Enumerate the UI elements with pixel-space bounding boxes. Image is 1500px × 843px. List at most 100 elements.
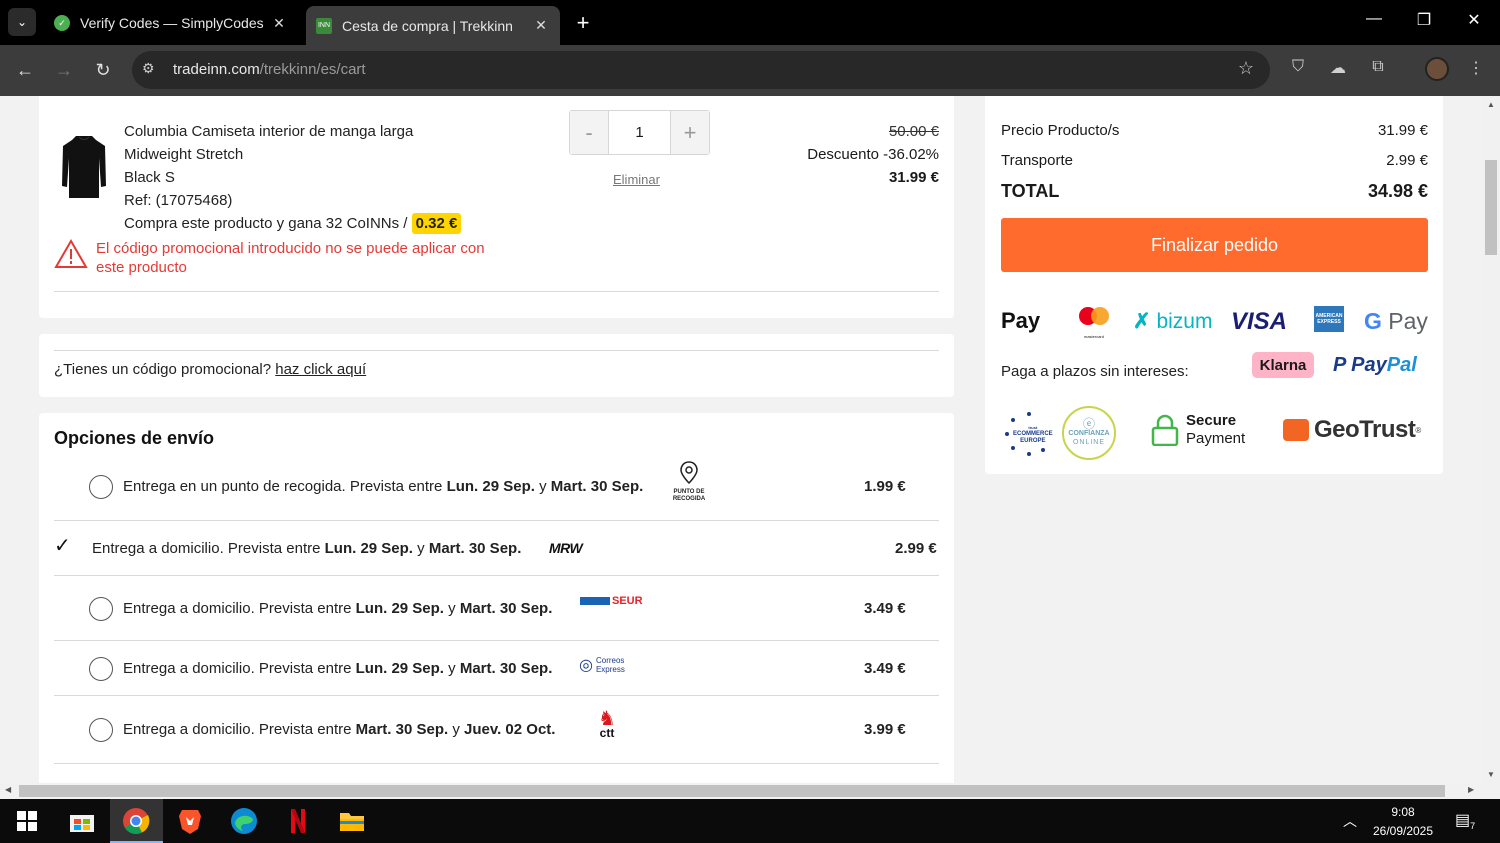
bookmark-star-icon[interactable]: ☆ bbox=[1238, 58, 1254, 79]
shipping-desc: Entrega a domicilio. Prevista entre Mart… bbox=[123, 721, 556, 738]
cart-item-card: Columbia Camiseta interior de manga larg… bbox=[39, 96, 954, 318]
shipping-title: Opciones de envío bbox=[54, 428, 215, 448]
radio-button[interactable] bbox=[89, 657, 113, 681]
tab-search-icon[interactable]: ⌄ bbox=[8, 8, 36, 36]
close-tab-icon[interactable]: ✕ bbox=[532, 17, 550, 34]
file-explorer-icon[interactable] bbox=[337, 806, 367, 836]
promo-question: ¿Tienes un código promocional? haz click… bbox=[54, 361, 366, 378]
shipping-desc: Entrega a domicilio. Prevista entre Lun.… bbox=[92, 540, 522, 557]
promo-error: El código promocional introducido no se … bbox=[54, 239, 496, 277]
geotrust-icon bbox=[1283, 419, 1309, 441]
clock-date: 26/09/2025 bbox=[1372, 824, 1434, 838]
shield-extension-icon[interactable]: ⛉ bbox=[1286, 58, 1310, 76]
site-info-icon[interactable]: ⚙ bbox=[142, 60, 155, 77]
shipping-desc: Entrega a domicilio. Prevista entre Lun.… bbox=[123, 660, 553, 677]
promo-code-card: ¿Tienes un código promocional? haz click… bbox=[39, 334, 954, 397]
clock-time: 9:08 bbox=[1391, 805, 1415, 819]
radio-button[interactable] bbox=[89, 475, 113, 499]
cart-page: Columbia Camiseta interior de manga larg… bbox=[0, 96, 1482, 783]
apple-pay-logo: Pay bbox=[1001, 308, 1041, 333]
tab-simplycodes[interactable]: ✓ Verify Codes — SimplyCodes ✕ bbox=[44, 6, 298, 40]
tab-trekkinn[interactable]: INN Cesta de compra | Trekkinn ✕ bbox=[306, 6, 560, 45]
shipping-option[interactable]: Entrega a domicilio. Prevista entre Lun.… bbox=[54, 656, 939, 697]
promo-error-text: El código promocional introducido no se … bbox=[96, 240, 485, 276]
browser-menu-icon[interactable]: ⋮ bbox=[1464, 58, 1488, 78]
close-window-icon[interactable]: ✕ bbox=[1459, 10, 1489, 30]
scroll-left-arrow-icon[interactable]: ◀ bbox=[5, 785, 11, 794]
geotrust-seal: GeoTrust ® bbox=[1283, 416, 1421, 444]
new-tab-icon[interactable]: + bbox=[570, 10, 596, 36]
vertical-scrollbar[interactable]: ▲ ▼ bbox=[1482, 96, 1500, 783]
total-label: TOTAL bbox=[1001, 181, 1060, 201]
product-image[interactable] bbox=[61, 134, 107, 200]
restore-icon[interactable]: ❐ bbox=[1409, 10, 1439, 30]
url-text: tradeinn.com/trekkinn/es/cart bbox=[173, 61, 366, 78]
promo-link[interactable]: haz click aquí bbox=[275, 361, 366, 378]
minimize-icon[interactable]: — bbox=[1359, 10, 1389, 28]
notifications-icon[interactable]: ▤7 bbox=[1455, 810, 1475, 831]
notification-count: 7 bbox=[1470, 821, 1476, 832]
shipping-desc: Entrega en un punto de recogida. Previst… bbox=[123, 478, 644, 495]
seur-logo: SEUR bbox=[580, 595, 643, 607]
divider bbox=[54, 575, 939, 576]
chrome-icon[interactable] bbox=[121, 806, 151, 836]
edge-icon[interactable] bbox=[229, 806, 259, 836]
trekkinn-icon: INN bbox=[316, 17, 332, 34]
paypal-logo: P PayPal bbox=[1333, 354, 1417, 376]
divider bbox=[54, 763, 939, 764]
profile-avatar[interactable] bbox=[1425, 57, 1449, 81]
checkout-button[interactable]: Finalizar pedido bbox=[1001, 218, 1428, 272]
radio-button[interactable] bbox=[89, 718, 113, 742]
scroll-right-arrow-icon[interactable]: ▶ bbox=[1468, 785, 1474, 794]
extensions-puzzle-icon[interactable]: ⧉ bbox=[1366, 58, 1390, 76]
cloud-extension-icon[interactable]: ☁ bbox=[1326, 58, 1350, 78]
scroll-thumb[interactable] bbox=[19, 785, 1445, 797]
product-name-cont[interactable]: Midweight Stretch bbox=[124, 143, 564, 166]
close-tab-icon[interactable]: ✕ bbox=[270, 15, 288, 32]
forward-icon[interactable]: → bbox=[51, 57, 77, 83]
qty-input[interactable]: 1 bbox=[608, 111, 671, 154]
shipping-price: 2.99 € bbox=[895, 540, 937, 557]
qty-plus-button[interactable]: + bbox=[671, 111, 709, 154]
microsoft-store-icon[interactable] bbox=[67, 806, 97, 836]
bizum-logo: ✗ bizum bbox=[1133, 310, 1213, 333]
shipping-option[interactable]: Entrega en un punto de recogida. Previst… bbox=[54, 461, 939, 515]
scroll-up-arrow-icon[interactable]: ▲ bbox=[1482, 100, 1500, 109]
remove-item-link[interactable]: Eliminar bbox=[613, 172, 660, 187]
system-clock[interactable]: 9:08 26/09/2025 bbox=[1366, 803, 1440, 841]
url-bar[interactable]: ⚙ tradeinn.com/trekkinn/es/cart ☆ bbox=[132, 51, 1270, 89]
shipping-options-card: Opciones de envío Entrega en un punto de… bbox=[39, 413, 954, 783]
windows-taskbar: ︿ 9:08 26/09/2025 ▤7 bbox=[0, 799, 1500, 843]
product-name[interactable]: Columbia Camiseta interior de manga larg… bbox=[124, 120, 564, 143]
netflix-icon[interactable] bbox=[283, 806, 313, 836]
shipping-price: 1.99 € bbox=[864, 478, 906, 495]
product-variant: Black S bbox=[124, 169, 175, 186]
tab-title: Verify Codes — SimplyCodes bbox=[80, 15, 264, 31]
installments-label: Paga a plazos sin intereses: bbox=[1001, 363, 1189, 380]
scroll-thumb[interactable] bbox=[1485, 160, 1497, 255]
shipping-option-selected[interactable]: ✓ Entrega a domicilio. Prevista entre Lu… bbox=[54, 535, 939, 569]
reload-icon[interactable]: ↻ bbox=[90, 57, 116, 83]
tray-chevron-up-icon[interactable]: ︿ bbox=[1343, 811, 1357, 831]
klarna-logo: Klarna bbox=[1252, 352, 1314, 378]
divider bbox=[54, 695, 939, 696]
windows-start-icon[interactable] bbox=[12, 806, 42, 836]
mastercard-logo: mastercard bbox=[1076, 306, 1112, 339]
summary-row-total: TOTAL 34.98 € bbox=[1001, 181, 1428, 202]
shipping-option[interactable]: Entrega a domicilio. Prevista entre Lun.… bbox=[54, 595, 939, 637]
scroll-down-arrow-icon[interactable]: ▼ bbox=[1482, 770, 1500, 779]
shipping-option[interactable]: Entrega a domicilio. Prevista entre Mart… bbox=[54, 709, 939, 758]
horizontal-scrollbar[interactable]: ◀ ▶ bbox=[0, 783, 1482, 799]
trusted-shops-europe-seal: trust ECOMMERCE EUROPE bbox=[1001, 410, 1057, 456]
summary-value: 31.99 € bbox=[1377, 122, 1428, 139]
simplycodes-icon: ✓ bbox=[54, 15, 70, 31]
divider bbox=[54, 291, 939, 292]
amex-logo: AMERICAN EXPRESS bbox=[1314, 306, 1344, 332]
scroll-corner bbox=[1482, 783, 1500, 799]
summary-row-shipping: Transporte 2.99 € bbox=[1001, 152, 1428, 169]
qty-minus-button[interactable]: - bbox=[570, 111, 608, 154]
brave-icon[interactable] bbox=[175, 806, 205, 836]
mastercard-circles-icon bbox=[1079, 307, 1109, 325]
radio-button[interactable] bbox=[89, 597, 113, 621]
back-icon[interactable]: ← bbox=[12, 57, 38, 83]
